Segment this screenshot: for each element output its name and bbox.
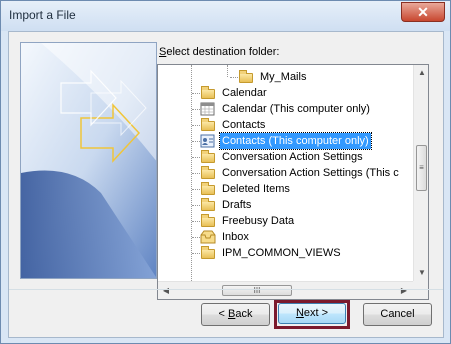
folder-icon xyxy=(200,198,216,212)
tree-item-label: Conversation Action Settings xyxy=(222,151,363,163)
close-button[interactable]: ✕ xyxy=(401,2,445,22)
scroll-down-icon[interactable]: ▼ xyxy=(414,265,428,281)
dialog-body: Select destination folder: My_Mails Cale… xyxy=(8,31,444,338)
grip-icon: III xyxy=(253,286,261,295)
tree-item-label: Freebusy Data xyxy=(222,215,295,227)
folder-icon xyxy=(200,150,216,164)
next-button-highlight: Next > xyxy=(274,300,350,329)
cancel-button[interactable]: Cancel xyxy=(363,303,432,326)
vertical-scrollbar[interactable]: ▲ ≡ ▼ xyxy=(413,65,428,281)
folder-icon xyxy=(200,182,216,196)
tree-item-label: Inbox xyxy=(222,231,249,243)
folder-icon xyxy=(200,246,216,260)
contact-card-icon xyxy=(200,134,216,148)
tree-item-label: Contacts (This computer only) xyxy=(219,132,372,150)
folder-icon xyxy=(200,118,216,132)
next-button[interactable]: Next > xyxy=(278,303,346,324)
folder-icon xyxy=(200,86,216,100)
destination-folder-label: Select destination folder: xyxy=(159,46,280,58)
divider xyxy=(9,289,443,290)
vertical-scroll-thumb[interactable]: ≡ xyxy=(416,145,427,191)
tree-item-label: IPM_COMMON_VIEWS xyxy=(222,247,341,259)
folder-tree[interactable]: My_Mails Calendar Calendar (This compute… xyxy=(157,64,429,300)
folder-icon xyxy=(200,214,216,228)
tree-item-label: Contacts xyxy=(222,119,266,131)
tree-item-label: Calendar xyxy=(222,87,267,99)
title-bar: Import a File ✕ xyxy=(1,1,450,31)
import-file-dialog: Import a File ✕ Select destination folde… xyxy=(0,0,451,344)
folder-icon xyxy=(238,70,254,84)
scroll-up-icon[interactable]: ▲ xyxy=(414,65,428,81)
grip-icon: ≡ xyxy=(419,163,424,172)
tree-item-label: Conversation Action Settings (This c xyxy=(222,167,399,179)
tree-item-label: Drafts xyxy=(222,199,252,211)
folder-icon xyxy=(200,166,216,180)
horizontal-scrollbar[interactable]: ◀ III ▶ xyxy=(158,281,413,299)
tree-item-label: My_Mails xyxy=(260,71,307,83)
scroll-right-icon[interactable]: ▶ xyxy=(396,283,412,299)
calendar-icon xyxy=(200,102,216,116)
folder-tree-rows: My_Mails Calendar Calendar (This compute… xyxy=(158,65,413,281)
back-button[interactable]: < Back xyxy=(201,303,270,326)
wizard-banner-image xyxy=(20,42,157,279)
horizontal-scroll-thumb[interactable]: III xyxy=(222,285,292,296)
inbox-icon xyxy=(200,230,216,244)
window-title: Import a File xyxy=(9,8,76,22)
scroll-left-icon[interactable]: ◀ xyxy=(158,283,174,299)
tree-item-label: Calendar (This computer only) xyxy=(222,103,370,115)
tree-item-label: Deleted Items xyxy=(222,183,290,195)
scrollbar-corner xyxy=(413,281,428,299)
close-icon: ✕ xyxy=(417,4,429,20)
